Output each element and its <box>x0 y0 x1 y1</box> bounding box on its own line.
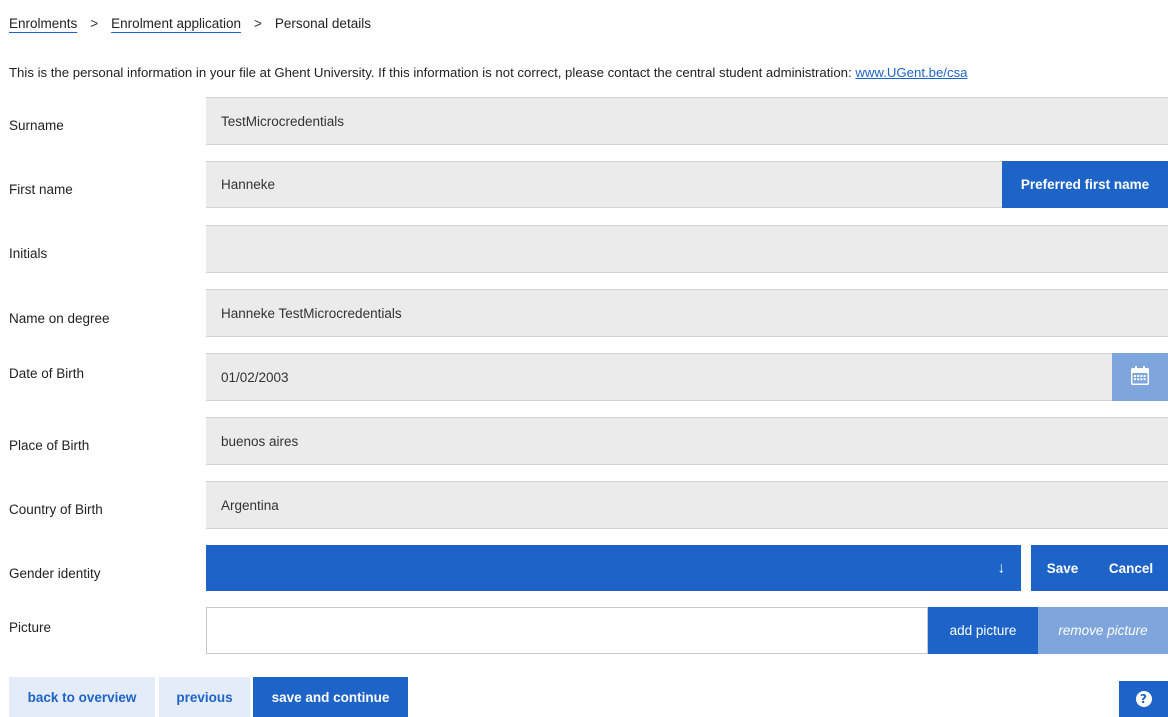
date-of-birth-row: Date of Birth 01/02/2003 <box>0 353 1168 401</box>
preferred-first-name-button[interactable]: Preferred first name <box>1002 161 1168 208</box>
breadcrumb-separator: > <box>254 15 262 31</box>
breadcrumb-link-enrolment-application[interactable]: Enrolment application <box>111 16 241 31</box>
country-of-birth-label: Country of Birth <box>9 502 103 517</box>
country-of-birth-row: Country of Birth Argentina <box>0 481 1168 529</box>
initials-row: Initials <box>0 225 1168 273</box>
date-of-birth-label: Date of Birth <box>9 366 85 381</box>
breadcrumb-separator: > <box>90 15 99 31</box>
surname-label: Surname <box>9 118 64 133</box>
arrow-down-icon: ↓ <box>997 559 1006 577</box>
remove-picture-button[interactable]: remove picture <box>1038 607 1168 654</box>
breadcrumb-current: Personal details <box>274 15 371 31</box>
name-on-degree-row: Name on degree Hanneke TestMicrocredenti… <box>0 289 1168 337</box>
add-picture-button[interactable]: add picture <box>928 607 1038 654</box>
save-button[interactable]: Save <box>1031 545 1094 591</box>
previous-button[interactable]: previous <box>159 677 250 717</box>
first-name-label: First name <box>9 182 73 197</box>
first-name-row: First name Hanneke Preferred first name <box>0 161 1168 208</box>
cancel-button[interactable]: Cancel <box>1094 545 1168 591</box>
surname-field[interactable]: TestMicrocredentials <box>206 97 1168 145</box>
save-and-continue-button[interactable]: save and continue <box>253 677 408 717</box>
intro-message: This is the personal information in your… <box>9 65 856 80</box>
picture-label: Picture <box>9 620 52 635</box>
initials-label: Initials <box>9 246 48 261</box>
intro-text: This is the personal information in your… <box>9 65 968 80</box>
first-name-field[interactable]: Hanneke <box>206 161 1002 208</box>
date-picker-button[interactable] <box>1112 353 1168 401</box>
help-icon: ? <box>1135 691 1152 707</box>
date-of-birth-field[interactable]: 01/02/2003 <box>206 353 1112 401</box>
help-button[interactable]: ? <box>1119 681 1168 717</box>
picture-field <box>206 607 928 654</box>
country-of-birth-field[interactable]: Argentina <box>206 481 1168 529</box>
breadcrumb-link-enrolments[interactable]: Enrolments <box>9 16 77 31</box>
gender-identity-label: Gender identity <box>9 566 101 581</box>
surname-row: Surname TestMicrocredentials <box>0 97 1168 145</box>
gender-identity-row: Gender identity ↓ Save Cancel <box>0 545 1168 591</box>
initials-field[interactable] <box>206 225 1168 273</box>
place-of-birth-row: Place of Birth buenos aires <box>0 417 1168 465</box>
place-of-birth-field[interactable]: buenos aires <box>206 417 1168 465</box>
name-on-degree-label: Name on degree <box>9 311 110 326</box>
gender-identity-select[interactable]: ↓ <box>206 545 1021 591</box>
calendar-icon <box>1129 365 1151 390</box>
back-to-overview-button[interactable]: back to overview <box>9 677 155 717</box>
csa-link[interactable]: www.UGent.be/csa <box>855 65 967 80</box>
picture-row: Picture add picture remove picture <box>0 607 1168 654</box>
name-on-degree-field[interactable]: Hanneke TestMicrocredentials <box>206 289 1168 337</box>
breadcrumb: Enrolments > Enrolment application > Per… <box>9 12 371 34</box>
place-of-birth-label: Place of Birth <box>9 438 90 453</box>
